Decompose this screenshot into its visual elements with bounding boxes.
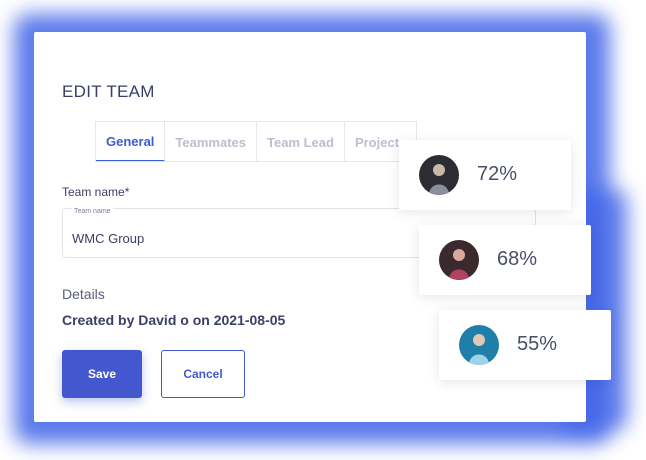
stat-percent-2: 68%	[497, 248, 538, 270]
stat-percent-1: 72%	[477, 163, 518, 185]
avatar-person-1-icon	[419, 155, 459, 195]
stat-card-2: 68%	[419, 225, 591, 295]
tab-general[interactable]: General	[96, 122, 166, 162]
tab-team-lead[interactable]: Team Lead	[257, 122, 345, 162]
details-label: Details	[62, 286, 105, 302]
team-name-floating-label: Team name	[72, 208, 113, 215]
cancel-button[interactable]: Cancel	[161, 350, 245, 398]
stat-card-1: 72%	[399, 140, 571, 210]
team-name-input[interactable]	[72, 231, 452, 246]
dialog-title: EDIT TEAM	[62, 82, 155, 101]
tab-bar: General Teammates Team Lead Projects	[95, 121, 418, 162]
avatar-person-2-icon	[439, 240, 479, 280]
tab-teammates[interactable]: Teammates	[165, 122, 257, 162]
avatar-person-3-icon	[459, 325, 499, 365]
save-button[interactable]: Save	[62, 350, 142, 398]
team-name-label: Team name*	[62, 185, 130, 199]
stat-percent-3: 55%	[517, 333, 558, 355]
stat-card-3: 55%	[439, 310, 611, 380]
created-by-text: Created by David o on 2021-08-05	[62, 312, 286, 328]
